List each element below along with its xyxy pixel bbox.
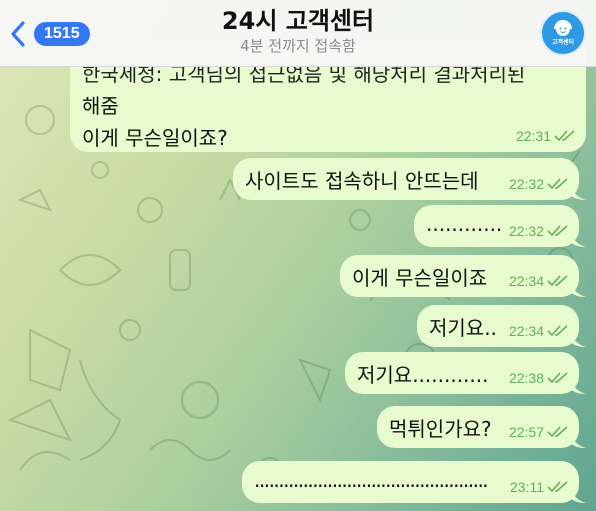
message-meta: 22:32 — [509, 223, 569, 239]
headset-face-icon — [554, 20, 572, 36]
double-check-icon — [547, 225, 568, 237]
bubble-tail — [570, 485, 586, 503]
message-bubble[interactable]: 먹튀인가요? 22:57 — [377, 406, 586, 448]
double-check-icon — [547, 426, 568, 438]
chat-header: 1515 24시 고객센터 4분 전까지 접속함 고객센터 — [0, 0, 596, 67]
message-text: 사이트도 접속하니 안뜨는데 — [245, 169, 479, 193]
message-meta: 23:11 — [510, 479, 569, 495]
double-check-icon — [547, 372, 568, 384]
message-time: 23:11 — [510, 479, 544, 495]
message-text: 이게 무슨일이죠 — [352, 266, 488, 290]
message-text: 해줌 — [82, 94, 119, 118]
last-seen-status: 4분 전까지 접속함 — [240, 37, 356, 55]
chat-screen: 1515 24시 고객센터 4분 전까지 접속함 고객센터 한국세청: 고객님의… — [0, 0, 596, 511]
message-text: 저기요............ — [357, 363, 489, 387]
message-text: 저기요.. — [429, 316, 497, 340]
message-time: 22:38 — [508, 370, 544, 386]
double-check-icon — [547, 275, 568, 287]
message-bubble[interactable]: ........................................… — [242, 461, 586, 503]
message-time: 22:34 — [508, 273, 544, 289]
message-meta: 22:34 — [509, 323, 569, 339]
bubble-tail — [570, 376, 586, 394]
chat-title-area[interactable]: 24시 고객센터 4분 전까지 접속함 — [0, 6, 596, 56]
double-check-icon — [547, 325, 568, 337]
message-meta: 22:31 — [516, 128, 576, 144]
message-meta: 22:57 — [509, 424, 569, 440]
message-text: 먹튀인가요? — [389, 417, 492, 441]
bubble-tail — [570, 329, 586, 347]
avatar-label: 고객센터 — [551, 39, 575, 46]
message-text: 이게 무슨일이죠? — [82, 126, 228, 150]
message-time: 22:34 — [508, 323, 544, 339]
message-text: ............ — [426, 212, 503, 236]
message-time: 22:31 — [515, 128, 551, 144]
message-bubble[interactable]: 사이트도 접속하니 안뜨는데 22:32 — [233, 158, 586, 200]
message-meta: 22:38 — [509, 370, 569, 386]
message-meta: 22:34 — [509, 273, 569, 289]
message-bubble[interactable]: ............ 22:32 — [414, 205, 586, 247]
message-time: 22:57 — [508, 424, 544, 440]
chat-title: 24시 고객센터 — [221, 7, 375, 35]
bubble-tail — [570, 229, 586, 247]
message-time: 22:32 — [508, 176, 544, 192]
avatar[interactable]: 고객센터 — [540, 10, 586, 56]
double-check-icon — [547, 178, 568, 190]
message-bubble[interactable]: 저기요.. 22:34 — [417, 305, 586, 347]
message-bubble[interactable]: 저기요............ 22:38 — [345, 352, 586, 394]
message-meta: 22:32 — [509, 176, 569, 192]
message-text: ........................................… — [254, 468, 489, 492]
bubble-tail — [570, 182, 586, 200]
double-check-icon — [547, 481, 568, 493]
bubble-tail — [570, 279, 586, 297]
message-time: 22:32 — [508, 223, 544, 239]
double-check-icon — [554, 130, 575, 142]
message-bubble[interactable]: 이게 무슨일이죠 22:34 — [340, 255, 586, 297]
bubble-tail — [570, 430, 586, 448]
